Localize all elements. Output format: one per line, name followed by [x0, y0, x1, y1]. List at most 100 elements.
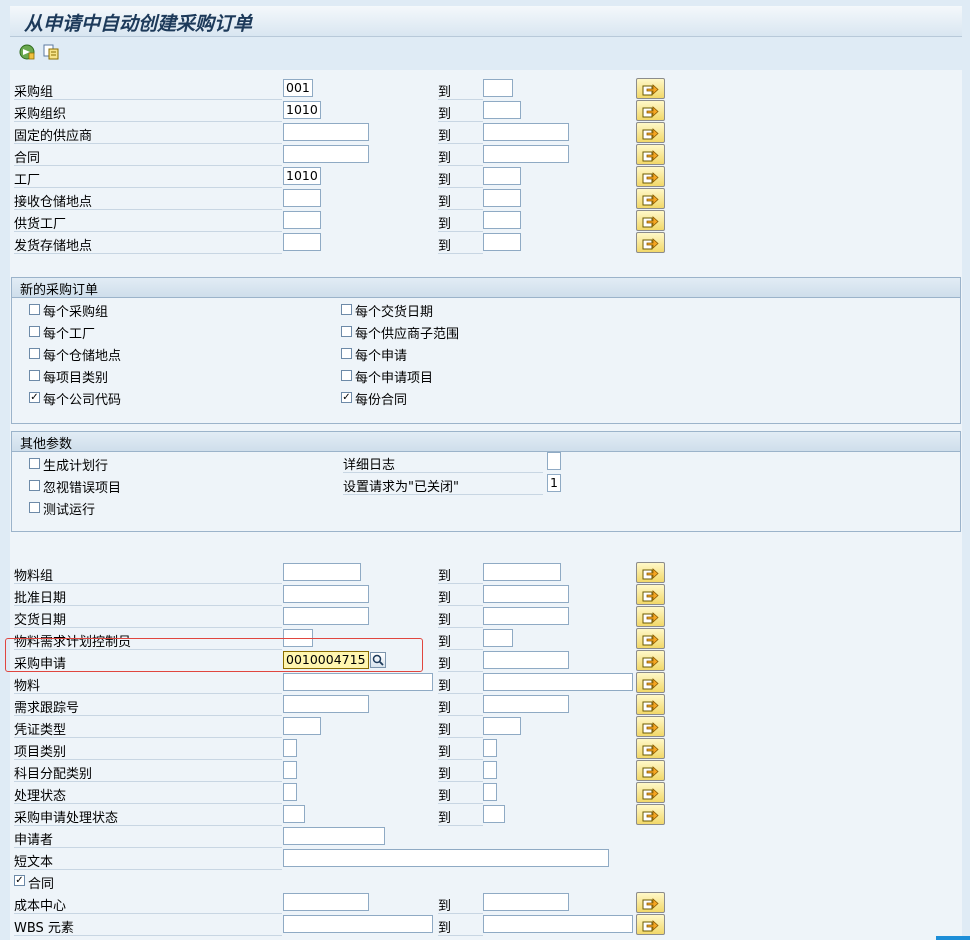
to-input[interactable]	[483, 563, 561, 581]
contract-checkbox[interactable]: ✓	[14, 875, 25, 886]
from-input[interactable]	[283, 849, 609, 867]
field-label: 工厂	[14, 169, 282, 188]
field-label: 项目类别	[14, 741, 282, 760]
top_rows-row: 发货存储地点 到	[10, 232, 962, 254]
multiple-selection-button[interactable]	[636, 716, 665, 737]
multiple-selection-button[interactable]	[636, 628, 665, 649]
bottom_rows-row: 处理状态 到	[10, 782, 962, 804]
multiple-selection-button[interactable]	[636, 584, 665, 605]
from-input[interactable]	[283, 145, 369, 163]
multiple-selection-button[interactable]	[636, 122, 665, 143]
multiple-selection-button[interactable]	[636, 166, 665, 187]
to-input[interactable]	[483, 717, 521, 735]
multiple-selection-button[interactable]	[636, 914, 665, 935]
field-label: 供货工厂	[14, 213, 282, 232]
to-label: 到	[438, 191, 483, 210]
multiple-selection-button[interactable]	[636, 738, 665, 759]
multiple-selection-button[interactable]	[636, 210, 665, 231]
to-input[interactable]	[483, 651, 569, 669]
from-input[interactable]: 001	[283, 79, 313, 97]
from-input[interactable]	[283, 607, 369, 625]
to-input[interactable]	[483, 145, 569, 163]
option-checkbox[interactable]	[29, 370, 40, 381]
to-input[interactable]	[483, 101, 521, 119]
multiple-selection-button[interactable]	[636, 100, 665, 121]
from-input[interactable]	[283, 915, 433, 933]
to-input[interactable]	[483, 585, 569, 603]
option-checkbox[interactable]: ✓	[341, 392, 352, 403]
from-input[interactable]	[283, 629, 313, 647]
to-input[interactable]	[483, 783, 497, 801]
multiple-selection-button[interactable]	[636, 188, 665, 209]
parameter-input[interactable]: 1	[547, 474, 561, 492]
multiple-selection-button[interactable]	[636, 232, 665, 253]
multiple-selection-button[interactable]	[636, 760, 665, 781]
from-input[interactable]	[283, 893, 369, 911]
field-label: 科目分配类别	[14, 763, 282, 782]
option-checkbox[interactable]: ✓	[29, 392, 40, 403]
to-label: 到	[438, 675, 483, 694]
multiple-selection-button[interactable]	[636, 892, 665, 913]
from-input[interactable]	[283, 563, 361, 581]
multiple-selection-button[interactable]	[636, 650, 665, 671]
multiple-selection-button[interactable]	[636, 694, 665, 715]
from-input[interactable]	[283, 761, 297, 779]
from-input[interactable]: 1010	[283, 167, 321, 185]
to-input[interactable]	[483, 739, 497, 757]
to-input[interactable]	[483, 233, 521, 251]
to-input[interactable]	[483, 893, 569, 911]
to-input[interactable]	[483, 805, 505, 823]
option-checkbox[interactable]	[341, 370, 352, 381]
to-input[interactable]	[483, 915, 633, 933]
from-input[interactable]: 0010004715	[283, 651, 369, 669]
option-checkbox[interactable]	[341, 304, 352, 315]
parameter-input[interactable]	[547, 452, 561, 470]
option-checkbox[interactable]	[29, 326, 40, 337]
field-label: 接收仓储地点	[14, 191, 282, 210]
multiple-selection-button[interactable]	[636, 562, 665, 583]
to-input[interactable]	[483, 673, 633, 691]
from-input[interactable]	[283, 805, 305, 823]
option-checkbox[interactable]	[29, 480, 40, 491]
option-checkbox[interactable]	[29, 458, 40, 469]
from-input[interactable]	[283, 233, 321, 251]
execute-icon[interactable]	[18, 43, 36, 61]
to-input[interactable]	[483, 123, 569, 141]
field-label: 成本中心	[14, 895, 282, 914]
option-checkbox-label: 每项目类别	[43, 371, 109, 386]
multiple-selection-button[interactable]	[636, 144, 665, 165]
multiple-selection-button[interactable]	[636, 782, 665, 803]
multiple-selection-button[interactable]	[636, 606, 665, 627]
search-help-button[interactable]	[370, 652, 386, 668]
multiple-selection-button[interactable]	[636, 672, 665, 693]
from-input[interactable]	[283, 123, 369, 141]
to-input[interactable]	[483, 167, 521, 185]
from-input[interactable]: 1010	[283, 101, 321, 119]
to-input[interactable]	[483, 695, 569, 713]
option-checkbox[interactable]	[341, 326, 352, 337]
from-input[interactable]	[283, 673, 433, 691]
from-input[interactable]	[283, 211, 321, 229]
to-input[interactable]	[483, 79, 513, 97]
to-input[interactable]	[483, 211, 521, 229]
option-checkbox[interactable]	[29, 304, 40, 315]
from-input[interactable]	[283, 695, 369, 713]
to-input[interactable]	[483, 607, 569, 625]
to-input[interactable]	[483, 629, 513, 647]
variant-icon[interactable]	[42, 43, 60, 61]
to-label: 到	[438, 763, 483, 782]
from-input[interactable]	[283, 827, 385, 845]
from-input[interactable]	[283, 717, 321, 735]
from-input[interactable]	[283, 739, 297, 757]
from-input[interactable]	[283, 585, 369, 603]
option-checkbox[interactable]	[341, 348, 352, 359]
option-checkbox[interactable]	[29, 502, 40, 513]
to-input[interactable]	[483, 761, 497, 779]
to-input[interactable]	[483, 189, 521, 207]
option-checkbox[interactable]	[29, 348, 40, 359]
multiple-selection-button[interactable]	[636, 78, 665, 99]
multiple-selection-button[interactable]	[636, 804, 665, 825]
from-input[interactable]	[283, 189, 321, 207]
from-input[interactable]	[283, 783, 297, 801]
bottom_rows-row: WBS 元素 到	[10, 914, 962, 936]
